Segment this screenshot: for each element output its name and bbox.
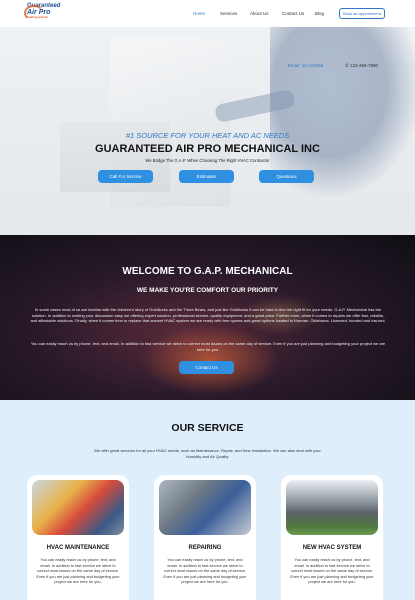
- nav-services[interactable]: Services: [220, 11, 237, 16]
- nav-blog[interactable]: Blog: [315, 11, 324, 16]
- contact-us-button[interactable]: Contact Us: [179, 361, 234, 374]
- welcome-subtitle: WE MAKE YOU'RE COMFORT OUR PRIORITY: [136, 287, 279, 294]
- hero-section: Email: 15-123456 ✆ 123-456-7890 #1 SOURC…: [0, 27, 415, 235]
- maintenance-image: [32, 480, 124, 535]
- welcome-paragraph-2: You can easily reach us by phone, text, …: [30, 341, 386, 352]
- estimates-button[interactable]: Estimates: [179, 170, 234, 183]
- welcome-paragraph-1: In some cases most of us are familiar wi…: [30, 307, 386, 324]
- site-logo[interactable]: Guaranteed Air Pro heating and air: [24, 3, 71, 23]
- welcome-title: WELCOME TO G.A.P. MECHANICAL: [122, 266, 293, 277]
- service-card-title: HVAC MAINTENANCE: [46, 545, 110, 551]
- new-system-image: [286, 480, 378, 535]
- service-card-text: You can easily reach us by phone, text, …: [163, 557, 247, 584]
- nav-home[interactable]: Home: [193, 11, 205, 16]
- service-card-maintenance[interactable]: HVAC MAINTENANCE You can easily reach us…: [27, 475, 129, 600]
- hero-subtitle: We Bridge The G.A.P. When Choosing The R…: [145, 158, 270, 163]
- logo-swoosh-icon: [24, 5, 44, 21]
- service-card-text: You can easily reach us by phone, text, …: [36, 557, 120, 584]
- repairing-image: [159, 480, 251, 535]
- services-section: OUR SERVICE We offer great services for …: [0, 400, 415, 600]
- service-card-title: REPAIRING: [188, 545, 222, 551]
- hero-phone-contact[interactable]: ✆ 123-456-7890: [345, 63, 378, 69]
- questions-button[interactable]: Questions: [259, 170, 314, 183]
- service-card-text: You can easily reach us by phone, text, …: [290, 557, 374, 584]
- hero-email-contact[interactable]: Email: 15-123456: [288, 63, 323, 68]
- call-for-service-button[interactable]: Call For Service: [98, 170, 153, 183]
- book-appointment-button[interactable]: Book an appointment: [339, 8, 385, 19]
- nav-about-us[interactable]: About Us: [250, 11, 269, 16]
- hero-phone-number: 123-456-7890: [350, 63, 379, 68]
- services-description: We offer great services for all your HVA…: [94, 448, 321, 459]
- service-card-repairing[interactable]: REPAIRING You can easily reach us by pho…: [154, 475, 256, 600]
- background-glow: [140, 325, 280, 395]
- site-header: Guaranteed Air Pro heating and air Home …: [0, 0, 415, 27]
- service-card-title: NEW HVAC SYSTEM: [302, 545, 362, 551]
- welcome-section: WELCOME TO G.A.P. MECHANICAL WE MAKE YOU…: [0, 235, 415, 400]
- nav-contact-us[interactable]: Contact Us: [282, 11, 304, 16]
- hero-tagline: #1 SOURCE FOR YOUR HEAT AND AC NEEDS: [125, 131, 290, 140]
- service-card-new-system[interactable]: NEW HVAC SYSTEM You can easily reach us …: [281, 475, 383, 600]
- services-title: OUR SERVICE: [171, 422, 244, 434]
- hero-title: GUARANTEED AIR PRO MECHANICAL INC: [95, 143, 320, 155]
